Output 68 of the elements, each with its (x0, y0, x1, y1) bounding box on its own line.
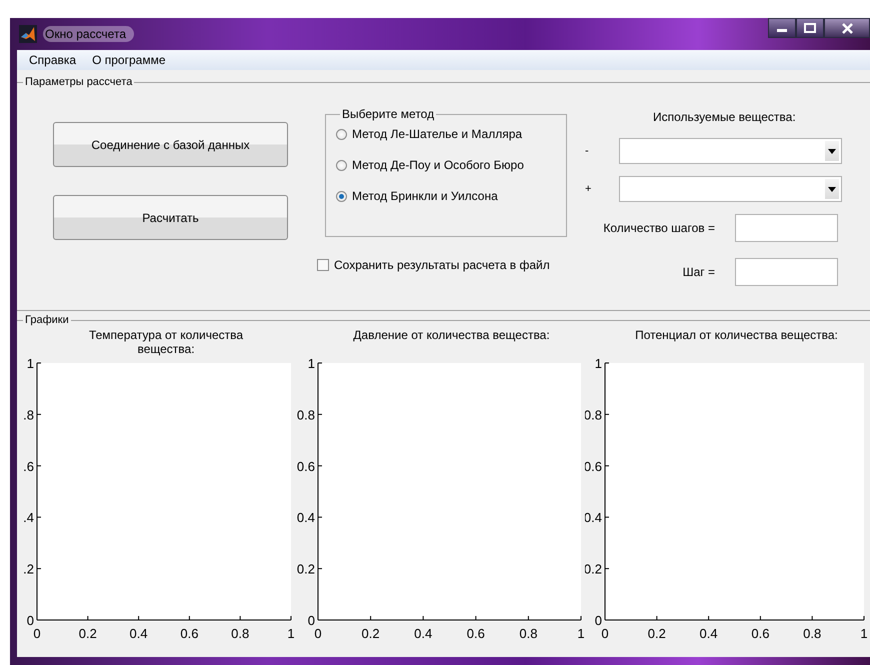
input-field[interactable] (735, 214, 838, 242)
y-tick-label: 0 (308, 613, 315, 628)
x-tick-label: 0.6 (751, 626, 770, 641)
y-tick-label: 0.8 (296, 407, 315, 422)
caret-icon (828, 148, 836, 154)
x-tick-label: 0 (314, 626, 322, 641)
x-tick-label: 0 (601, 626, 609, 641)
close-button[interactable] (824, 18, 870, 38)
y-tick-label: 0 (594, 613, 602, 628)
x-tick-label: 0 (33, 626, 41, 641)
y-tick-label: .2 (23, 562, 34, 577)
x-tick-label: 0.4 (700, 626, 718, 641)
maximize-icon (804, 23, 816, 33)
section-label: Используемые вещества: (653, 110, 797, 124)
x-tick-label: 0.4 (414, 626, 432, 641)
field-label: Количество шагов = (602, 221, 716, 235)
x-tick-label: 0.4 (130, 626, 148, 641)
x-tick-label: 0.6 (180, 626, 198, 641)
radio-label[interactable]: Метод Ле-Шателье и Малляра (352, 127, 522, 141)
input-field[interactable] (735, 258, 838, 286)
chart-title: Температура от количества вещества: (88, 327, 244, 358)
x-tick-label: 1 (577, 626, 585, 641)
window-title: Окно рассчета (43, 26, 134, 42)
radio-label[interactable]: Метод Де-Поу и Особого Бюро (352, 158, 524, 172)
chart-title: Давление от количества вещества: (352, 327, 551, 344)
panel-title: Графики (24, 314, 70, 326)
caret-icon (828, 186, 836, 192)
action-button[interactable]: Соединение с базой данных (53, 122, 288, 167)
y-tick-label: 1 (26, 358, 34, 371)
menu-item[interactable]: О программе (92, 52, 166, 68)
dropdown-label: + (585, 183, 592, 195)
menu-item[interactable]: Справка (29, 52, 76, 68)
dropdown-label: - (585, 145, 590, 157)
y-tick-label: .4 (23, 510, 34, 526)
x-tick-label: 1 (287, 626, 295, 641)
radio-button[interactable] (336, 128, 347, 140)
x-tick-label: 1 (860, 626, 868, 641)
x-tick-label: 0.8 (803, 626, 822, 641)
panel-title: Параметры рассчета (24, 76, 134, 88)
group-title: Выберите метод (341, 107, 436, 121)
maximize-button[interactable] (796, 18, 824, 38)
checkbox[interactable] (317, 259, 329, 271)
x-tick-label: 0.6 (466, 626, 485, 641)
minimize-button[interactable] (768, 18, 796, 38)
y-tick-label: 0 (26, 613, 34, 628)
radio-button[interactable] (336, 190, 347, 202)
y-tick-label: 0.2 (296, 562, 315, 577)
y-tick-label: .6 (23, 458, 34, 474)
y-tick-label: .8 (23, 407, 34, 422)
x-tick-label: 0.2 (78, 626, 97, 641)
radio-button[interactable] (336, 160, 347, 170)
chart-title: Потенциал от количества вещества: (634, 327, 839, 344)
dropdown[interactable] (619, 138, 842, 164)
x-tick-label: 0.2 (362, 626, 380, 641)
dropdown[interactable] (619, 176, 842, 202)
x-tick-label: 0.8 (519, 626, 538, 641)
checkbox-label[interactable]: Сохранить результаты расчета в файл (334, 258, 550, 272)
action-button[interactable]: Расчитать (53, 195, 288, 240)
close-icon (842, 22, 852, 34)
field-label: Шаг = (682, 265, 716, 279)
app-logo-icon (19, 25, 37, 43)
y-tick-label: 1 (308, 358, 315, 371)
x-tick-label: 0.2 (648, 626, 666, 641)
radio-label[interactable]: Метод Бринкли и Уилсона (352, 189, 498, 203)
y-tick-label: 0.4 (296, 510, 315, 526)
x-tick-label: 0.8 (231, 626, 250, 641)
y-tick-label: 0.6 (296, 458, 315, 474)
y-tick-label: 1 (594, 358, 602, 371)
